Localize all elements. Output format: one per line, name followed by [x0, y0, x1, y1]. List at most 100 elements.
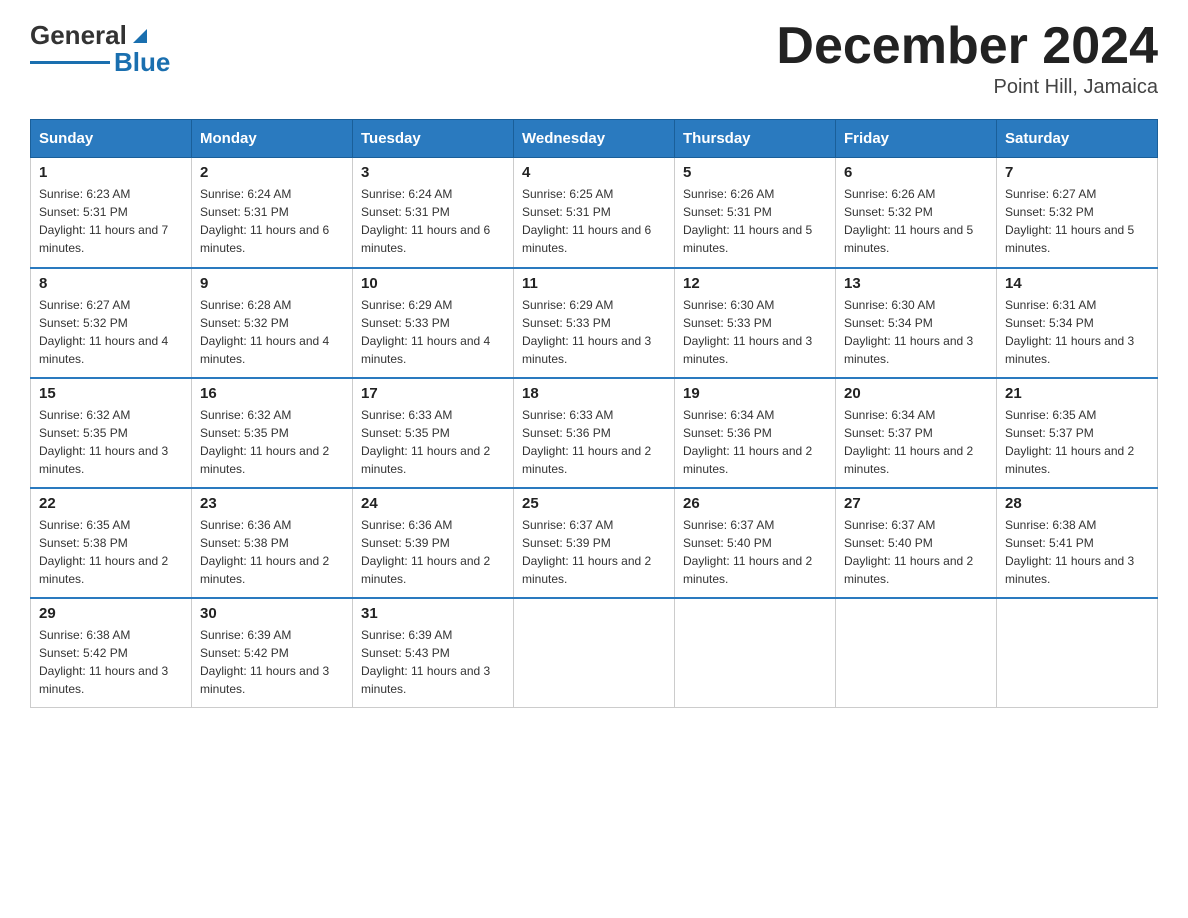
calendar-cell: 2 Sunrise: 6:24 AMSunset: 5:31 PMDayligh… — [192, 158, 353, 268]
day-info: Sunrise: 6:23 AMSunset: 5:31 PMDaylight:… — [39, 185, 183, 257]
day-info: Sunrise: 6:26 AMSunset: 5:31 PMDaylight:… — [683, 185, 827, 257]
calendar-cell — [675, 598, 836, 708]
day-number: 10 — [361, 275, 505, 292]
calendar-cell: 17 Sunrise: 6:33 AMSunset: 5:35 PMDaylig… — [353, 378, 514, 488]
day-info: Sunrise: 6:35 AMSunset: 5:38 PMDaylight:… — [39, 516, 183, 588]
calendar-cell: 5 Sunrise: 6:26 AMSunset: 5:31 PMDayligh… — [675, 158, 836, 268]
day-info: Sunrise: 6:29 AMSunset: 5:33 PMDaylight:… — [522, 296, 666, 368]
day-number: 28 — [1005, 495, 1149, 512]
month-title: December 2024 — [776, 20, 1158, 72]
day-info: Sunrise: 6:29 AMSunset: 5:33 PMDaylight:… — [361, 296, 505, 368]
calendar-cell: 12 Sunrise: 6:30 AMSunset: 5:33 PMDaylig… — [675, 268, 836, 378]
day-info: Sunrise: 6:37 AMSunset: 5:39 PMDaylight:… — [522, 516, 666, 588]
day-number: 2 — [200, 164, 344, 181]
day-number: 8 — [39, 275, 183, 292]
calendar-cell: 3 Sunrise: 6:24 AMSunset: 5:31 PMDayligh… — [353, 158, 514, 268]
day-info: Sunrise: 6:35 AMSunset: 5:37 PMDaylight:… — [1005, 406, 1149, 478]
calendar-cell: 11 Sunrise: 6:29 AMSunset: 5:33 PMDaylig… — [514, 268, 675, 378]
col-header-friday: Friday — [836, 120, 997, 158]
day-info: Sunrise: 6:33 AMSunset: 5:36 PMDaylight:… — [522, 406, 666, 478]
col-header-monday: Monday — [192, 120, 353, 158]
calendar-cell: 27 Sunrise: 6:37 AMSunset: 5:40 PMDaylig… — [836, 488, 997, 598]
day-info: Sunrise: 6:37 AMSunset: 5:40 PMDaylight:… — [683, 516, 827, 588]
day-info: Sunrise: 6:37 AMSunset: 5:40 PMDaylight:… — [844, 516, 988, 588]
calendar-cell: 28 Sunrise: 6:38 AMSunset: 5:41 PMDaylig… — [997, 488, 1158, 598]
page-header: General Blue December 2024 Point Hill, J… — [30, 20, 1158, 99]
calendar-cell: 26 Sunrise: 6:37 AMSunset: 5:40 PMDaylig… — [675, 488, 836, 598]
day-number: 24 — [361, 495, 505, 512]
day-info: Sunrise: 6:27 AMSunset: 5:32 PMDaylight:… — [39, 296, 183, 368]
day-info: Sunrise: 6:36 AMSunset: 5:39 PMDaylight:… — [361, 516, 505, 588]
day-number: 11 — [522, 275, 666, 292]
calendar-header-row: SundayMondayTuesdayWednesdayThursdayFrid… — [31, 120, 1158, 158]
calendar-cell: 20 Sunrise: 6:34 AMSunset: 5:37 PMDaylig… — [836, 378, 997, 488]
calendar-table: SundayMondayTuesdayWednesdayThursdayFrid… — [30, 119, 1158, 708]
col-header-tuesday: Tuesday — [353, 120, 514, 158]
calendar-cell: 16 Sunrise: 6:32 AMSunset: 5:35 PMDaylig… — [192, 378, 353, 488]
calendar-week-row: 22 Sunrise: 6:35 AMSunset: 5:38 PMDaylig… — [31, 488, 1158, 598]
calendar-cell: 14 Sunrise: 6:31 AMSunset: 5:34 PMDaylig… — [997, 268, 1158, 378]
location-subtitle: Point Hill, Jamaica — [776, 76, 1158, 99]
calendar-cell: 19 Sunrise: 6:34 AMSunset: 5:36 PMDaylig… — [675, 378, 836, 488]
day-info: Sunrise: 6:32 AMSunset: 5:35 PMDaylight:… — [39, 406, 183, 478]
day-number: 31 — [361, 605, 505, 622]
calendar-cell: 1 Sunrise: 6:23 AMSunset: 5:31 PMDayligh… — [31, 158, 192, 268]
day-info: Sunrise: 6:39 AMSunset: 5:43 PMDaylight:… — [361, 626, 505, 698]
day-info: Sunrise: 6:30 AMSunset: 5:34 PMDaylight:… — [844, 296, 988, 368]
calendar-cell: 7 Sunrise: 6:27 AMSunset: 5:32 PMDayligh… — [997, 158, 1158, 268]
col-header-sunday: Sunday — [31, 120, 192, 158]
day-number: 14 — [1005, 275, 1149, 292]
day-info: Sunrise: 6:26 AMSunset: 5:32 PMDaylight:… — [844, 185, 988, 257]
logo-text-blue: Blue — [114, 47, 170, 78]
day-info: Sunrise: 6:38 AMSunset: 5:42 PMDaylight:… — [39, 626, 183, 698]
day-number: 29 — [39, 605, 183, 622]
day-info: Sunrise: 6:30 AMSunset: 5:33 PMDaylight:… — [683, 296, 827, 368]
day-info: Sunrise: 6:24 AMSunset: 5:31 PMDaylight:… — [361, 185, 505, 257]
day-number: 20 — [844, 385, 988, 402]
day-number: 19 — [683, 385, 827, 402]
day-info: Sunrise: 6:31 AMSunset: 5:34 PMDaylight:… — [1005, 296, 1149, 368]
day-info: Sunrise: 6:34 AMSunset: 5:36 PMDaylight:… — [683, 406, 827, 478]
calendar-cell — [997, 598, 1158, 708]
day-number: 12 — [683, 275, 827, 292]
day-number: 21 — [1005, 385, 1149, 402]
day-number: 7 — [1005, 164, 1149, 181]
calendar-week-row: 29 Sunrise: 6:38 AMSunset: 5:42 PMDaylig… — [31, 598, 1158, 708]
day-number: 3 — [361, 164, 505, 181]
day-number: 22 — [39, 495, 183, 512]
calendar-cell: 31 Sunrise: 6:39 AMSunset: 5:43 PMDaylig… — [353, 598, 514, 708]
day-number: 6 — [844, 164, 988, 181]
calendar-cell: 18 Sunrise: 6:33 AMSunset: 5:36 PMDaylig… — [514, 378, 675, 488]
calendar-cell: 30 Sunrise: 6:39 AMSunset: 5:42 PMDaylig… — [192, 598, 353, 708]
calendar-cell: 8 Sunrise: 6:27 AMSunset: 5:32 PMDayligh… — [31, 268, 192, 378]
calendar-week-row: 1 Sunrise: 6:23 AMSunset: 5:31 PMDayligh… — [31, 158, 1158, 268]
calendar-cell: 29 Sunrise: 6:38 AMSunset: 5:42 PMDaylig… — [31, 598, 192, 708]
day-info: Sunrise: 6:36 AMSunset: 5:38 PMDaylight:… — [200, 516, 344, 588]
calendar-cell: 10 Sunrise: 6:29 AMSunset: 5:33 PMDaylig… — [353, 268, 514, 378]
calendar-cell: 15 Sunrise: 6:32 AMSunset: 5:35 PMDaylig… — [31, 378, 192, 488]
calendar-cell: 25 Sunrise: 6:37 AMSunset: 5:39 PMDaylig… — [514, 488, 675, 598]
col-header-saturday: Saturday — [997, 120, 1158, 158]
day-number: 25 — [522, 495, 666, 512]
calendar-cell: 9 Sunrise: 6:28 AMSunset: 5:32 PMDayligh… — [192, 268, 353, 378]
logo: General Blue — [30, 20, 170, 78]
day-number: 30 — [200, 605, 344, 622]
day-info: Sunrise: 6:32 AMSunset: 5:35 PMDaylight:… — [200, 406, 344, 478]
logo-underline — [30, 61, 110, 64]
day-info: Sunrise: 6:34 AMSunset: 5:37 PMDaylight:… — [844, 406, 988, 478]
calendar-cell: 13 Sunrise: 6:30 AMSunset: 5:34 PMDaylig… — [836, 268, 997, 378]
day-info: Sunrise: 6:24 AMSunset: 5:31 PMDaylight:… — [200, 185, 344, 257]
day-number: 17 — [361, 385, 505, 402]
col-header-wednesday: Wednesday — [514, 120, 675, 158]
calendar-cell: 22 Sunrise: 6:35 AMSunset: 5:38 PMDaylig… — [31, 488, 192, 598]
calendar-week-row: 15 Sunrise: 6:32 AMSunset: 5:35 PMDaylig… — [31, 378, 1158, 488]
day-info: Sunrise: 6:39 AMSunset: 5:42 PMDaylight:… — [200, 626, 344, 698]
day-info: Sunrise: 6:25 AMSunset: 5:31 PMDaylight:… — [522, 185, 666, 257]
title-block: December 2024 Point Hill, Jamaica — [776, 20, 1158, 99]
calendar-week-row: 8 Sunrise: 6:27 AMSunset: 5:32 PMDayligh… — [31, 268, 1158, 378]
calendar-cell — [514, 598, 675, 708]
day-number: 4 — [522, 164, 666, 181]
day-number: 1 — [39, 164, 183, 181]
col-header-thursday: Thursday — [675, 120, 836, 158]
calendar-cell — [836, 598, 997, 708]
